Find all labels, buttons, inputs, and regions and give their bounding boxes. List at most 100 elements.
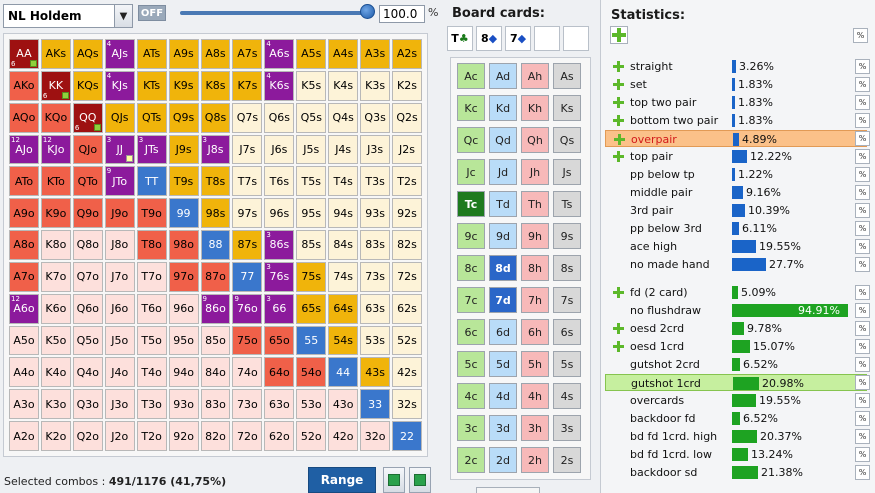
hand-cell-75s[interactable]: 75s	[296, 261, 327, 292]
hand-cell-JJ[interactable]: JJ 3	[104, 134, 135, 165]
board-slot-5[interactable]	[563, 26, 589, 51]
hand-cell-KQs[interactable]: KQs	[72, 70, 103, 101]
stat-row[interactable]: no flushdraw 94.91%	[605, 302, 867, 319]
hand-cell-43o[interactable]: 43o	[328, 389, 359, 420]
hand-cell-Q7s[interactable]: Q7s	[232, 102, 263, 133]
hand-cell-Q5s[interactable]: Q5s	[296, 102, 327, 133]
hand-cell-K9s[interactable]: K9s	[168, 70, 199, 101]
range-value-input[interactable]: 100.0	[379, 5, 425, 23]
hand-cell-K8o[interactable]: K8o	[40, 230, 71, 260]
card-Jd[interactable]: Jd	[489, 159, 517, 185]
hand-cell-94s[interactable]: 94s	[328, 198, 359, 229]
card-7h[interactable]: 7h	[521, 287, 549, 313]
card-6c[interactable]: 6c	[457, 319, 485, 345]
hand-cell-52o[interactable]: 52o	[296, 421, 327, 451]
hand-cell-64s[interactable]: 64s	[328, 293, 359, 324]
hand-cell-96s[interactable]: 96s	[264, 198, 295, 229]
hand-cell-K3s[interactable]: K3s	[360, 70, 391, 101]
card-Td[interactable]: Td	[489, 191, 517, 217]
stat-row[interactable]: overcards 19.55%	[605, 392, 867, 409]
range-slider-thumb[interactable]	[360, 4, 375, 19]
hand-cell-J2o[interactable]: J2o	[104, 421, 135, 451]
stat-percent-button[interactable]: %	[855, 465, 870, 480]
hand-cell-TT[interactable]: TT	[136, 166, 167, 197]
stat-percent-button[interactable]: %	[855, 239, 870, 254]
stat-percent-button[interactable]: %	[855, 393, 870, 408]
hand-cell-74o[interactable]: 74o	[232, 357, 263, 388]
hand-cell-K2o[interactable]: K2o	[40, 421, 71, 451]
hand-cell-97s[interactable]: 97s	[232, 198, 263, 229]
hand-cell-65s[interactable]: 65s	[296, 293, 327, 324]
stat-row[interactable]: bd fd 1crd. low 13.24%	[605, 446, 867, 463]
stat-row[interactable]: pp below tp 1.22%	[605, 166, 867, 183]
card-Kh[interactable]: Kh	[521, 95, 549, 121]
stat-row[interactable]: backdoor fd 6.52%	[605, 410, 867, 427]
stat-row[interactable]: oesd 1crd 15.07%	[605, 338, 867, 355]
card-Qh[interactable]: Qh	[521, 127, 549, 153]
hand-cell-63o[interactable]: 63o	[264, 389, 295, 420]
card-8c[interactable]: 8c	[457, 255, 485, 281]
hand-cell-42o[interactable]: 42o	[328, 421, 359, 451]
hand-cell-99[interactable]: 99	[168, 198, 199, 229]
hand-cell-A7o[interactable]: A7o	[9, 261, 39, 292]
hand-cell-98s[interactable]: 98s	[200, 198, 231, 229]
hand-cell-88[interactable]: 88	[200, 230, 231, 260]
stat-row[interactable]: bottom two pair 1.83%	[605, 112, 867, 129]
hand-cell-83s[interactable]: 83s	[360, 230, 391, 260]
hand-cell-55[interactable]: 55	[296, 325, 327, 356]
hand-cell-K7s[interactable]: K7s	[232, 70, 263, 101]
hand-cell-KTo[interactable]: KTo	[40, 166, 71, 197]
hand-cell-74s[interactable]: 74s	[328, 261, 359, 292]
hand-cell-73o[interactable]: 73o	[232, 389, 263, 420]
hand-cell-AJo[interactable]: AJo 12	[9, 134, 39, 165]
card-Jc[interactable]: Jc	[457, 159, 485, 185]
card-4s[interactable]: 4s	[553, 383, 581, 409]
stat-row[interactable]: ace high 19.55%	[605, 238, 867, 255]
stat-percent-button[interactable]: %	[855, 59, 870, 74]
card-Tc[interactable]: Tc	[457, 191, 485, 217]
card-Ah[interactable]: Ah	[521, 63, 549, 89]
hand-cell-ATs[interactable]: ATs	[136, 39, 167, 69]
card-6d[interactable]: 6d	[489, 319, 517, 345]
hand-cell-T2o[interactable]: T2o	[136, 421, 167, 451]
stat-row[interactable]: top pair 12.22%	[605, 148, 867, 165]
card-4h[interactable]: 4h	[521, 383, 549, 409]
hand-cell-76o[interactable]: 76o 9	[232, 293, 263, 324]
card-2h[interactable]: 2h	[521, 447, 549, 473]
hand-cell-AKs[interactable]: AKs	[40, 39, 71, 69]
card-6h[interactable]: 6h	[521, 319, 549, 345]
hand-cell-KJs[interactable]: KJs 4	[104, 70, 135, 101]
hand-cell-A2o[interactable]: A2o	[9, 421, 39, 451]
hand-cell-Q5o[interactable]: Q5o	[72, 325, 103, 356]
hand-cell-K2s[interactable]: K2s	[392, 70, 422, 101]
board-slot-3[interactable]: 7 ◆	[505, 26, 531, 51]
range-button[interactable]: Range	[308, 467, 376, 493]
chevron-down-icon[interactable]: ▼	[114, 5, 132, 27]
hand-cell-J3o[interactable]: J3o	[104, 389, 135, 420]
hand-cell-75o[interactable]: 75o	[232, 325, 263, 356]
card-7s[interactable]: 7s	[553, 287, 581, 313]
hand-cell-92o[interactable]: 92o	[168, 421, 199, 451]
hand-cell-A4s[interactable]: A4s	[328, 39, 359, 69]
hand-cell-85s[interactable]: 85s	[296, 230, 327, 260]
stat-row[interactable]: bd fd 1crd. high 20.37%	[605, 428, 867, 445]
hand-cell-K4o[interactable]: K4o	[40, 357, 71, 388]
hand-cell-Q4s[interactable]: Q4s	[328, 102, 359, 133]
card-As[interactable]: As	[553, 63, 581, 89]
add-stat-icon[interactable]	[610, 26, 628, 44]
hand-cell-QJs[interactable]: QJs	[104, 102, 135, 133]
percent-toggle-button[interactable]: %	[853, 28, 868, 43]
hand-cell-Q3s[interactable]: Q3s	[360, 102, 391, 133]
stat-percent-button[interactable]: %	[855, 285, 870, 300]
card-5d[interactable]: 5d	[489, 351, 517, 377]
hand-cell-T7s[interactable]: T7s	[232, 166, 263, 197]
hand-cell-J4s[interactable]: J4s	[328, 134, 359, 165]
hand-cell-62s[interactable]: 62s	[392, 293, 422, 324]
hand-cell-QJo[interactable]: QJo	[72, 134, 103, 165]
hand-cell-T9o[interactable]: T9o	[136, 198, 167, 229]
plus-icon[interactable]	[613, 115, 624, 126]
card-Jh[interactable]: Jh	[521, 159, 549, 185]
card-2c[interactable]: 2c	[457, 447, 485, 473]
card-7d[interactable]: 7d	[489, 287, 517, 313]
plus-icon[interactable]	[613, 97, 624, 108]
